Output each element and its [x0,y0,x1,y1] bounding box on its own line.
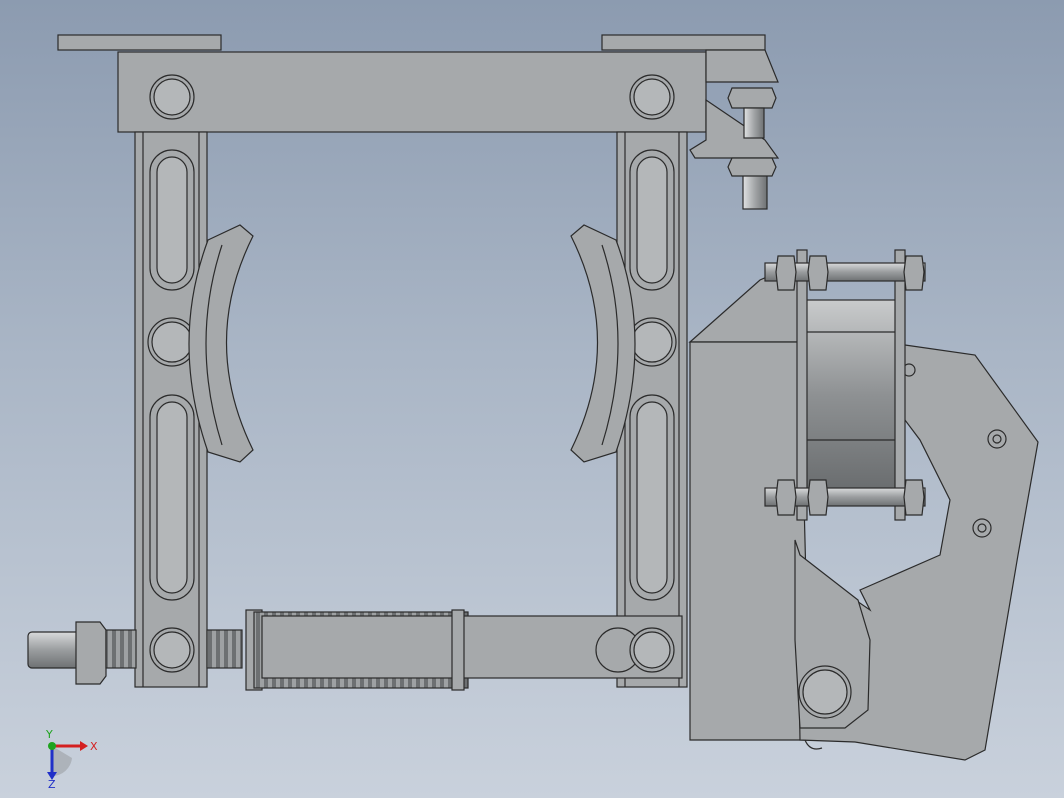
thruster-drum [803,299,897,491]
actuator-lever-pin [798,665,852,719]
tie-rod-nut-outer [75,621,107,685]
y-axis-icon [48,742,56,750]
tie-rod-thread-right [206,629,243,669]
tie-nut-2 [807,255,829,291]
adjuster-nut-upper [727,87,777,109]
cad-graphics-area[interactable]: X Y Z [0,0,1064,798]
adjuster-nut-lower [727,157,777,177]
release-hook [804,739,823,750]
y-axis-label: Y [45,728,53,741]
reference-triad: X Y Z [45,728,98,788]
z-axis-label: Z [48,778,56,788]
actuator-mount-plate [689,341,811,741]
top-mount-plate-right [601,34,766,51]
crossbar-pin-left [149,74,195,120]
tie-nut-1 [775,255,797,291]
top-crossbar [117,51,707,133]
x-axis-label: X [90,740,98,753]
top-mount-plate-left [57,34,222,51]
thruster-side-plate-left [796,249,808,521]
tie-nut-4 [775,479,797,516]
brake-assembly-model[interactable] [0,0,1064,798]
adjuster-bolt-upper [743,107,765,139]
thruster-side-plate-right [894,249,906,521]
housing-bolt-2 [972,518,992,538]
tie-nut-3 [903,255,925,291]
crossbar-pin-right [629,74,675,120]
tie-nut-6 [903,479,925,516]
adjuster-bracket-top [705,49,779,83]
left-arm-bottom-pin [149,627,195,673]
tie-nut-5 [807,479,829,516]
housing-bolt-1 [987,429,1007,449]
spring-seat-right [451,609,465,691]
tie-rod-thread-left [105,629,137,669]
